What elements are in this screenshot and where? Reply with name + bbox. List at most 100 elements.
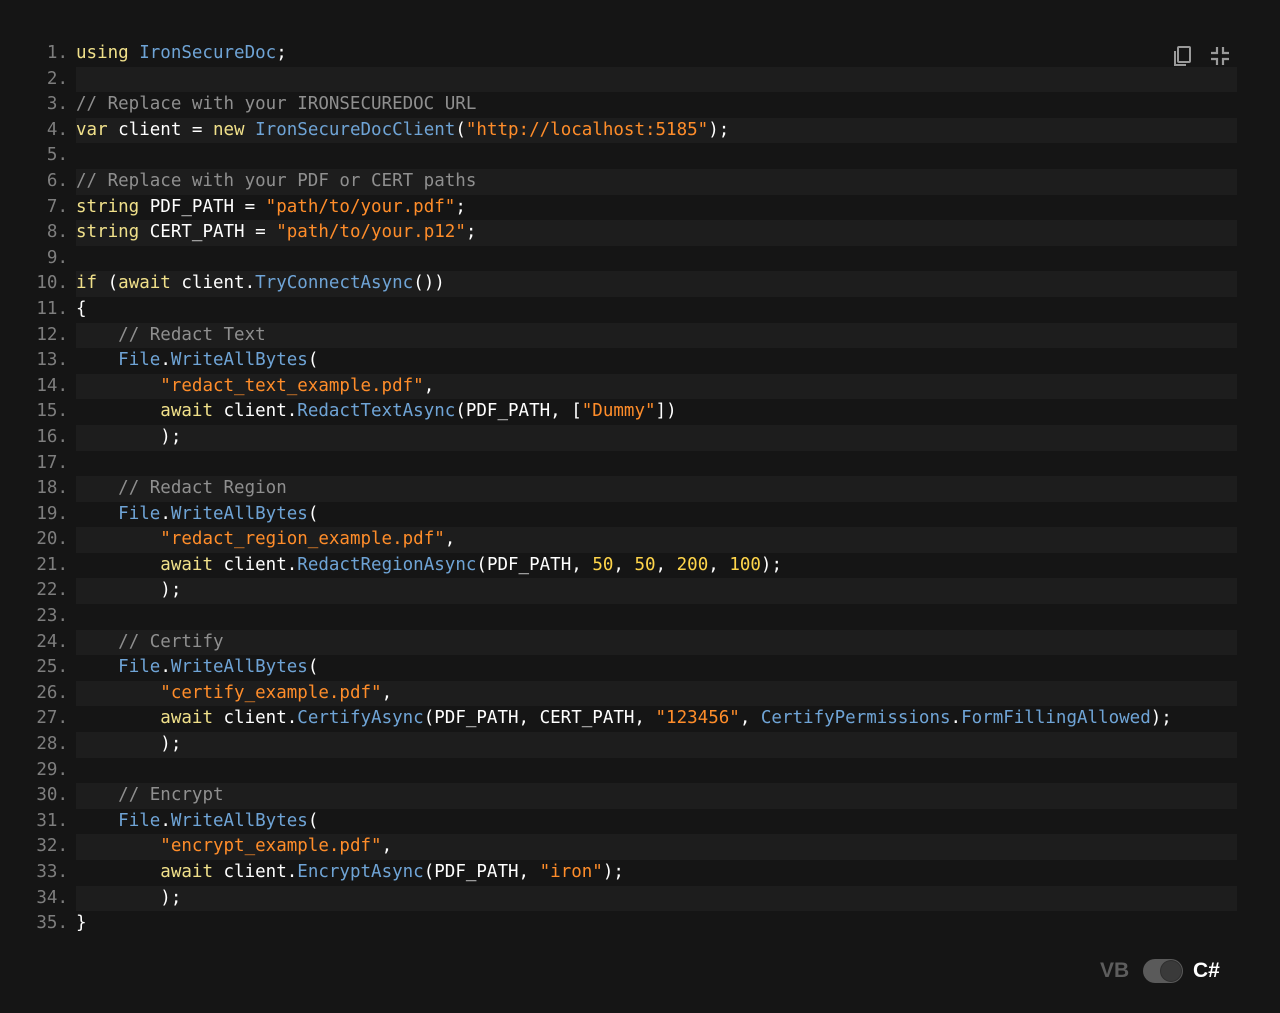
code-text: if (await client.TryConnectAsync()) [76, 271, 445, 297]
code-token: . [160, 810, 171, 831]
code-token: File [118, 810, 161, 831]
code-token: , [444, 529, 456, 550]
code-line: 22. ); [30, 578, 1237, 605]
code-token: File [118, 657, 161, 678]
code-token: ); [76, 426, 182, 447]
code-token: CERT_PATH = [149, 222, 277, 243]
code-token: await [160, 401, 224, 422]
code-line: 23. [30, 604, 1237, 630]
code-token: "http://localhost:5185" [465, 119, 709, 140]
code-text: // Redact Text [76, 323, 266, 349]
code-text: // Replace with your IRONSECUREDOC URL [76, 92, 476, 118]
code-text: "redact_text_example.pdf", [76, 374, 434, 400]
code-token: , [381, 682, 393, 703]
code-line: 2. [30, 66, 1237, 93]
line-number: 13. [36, 350, 68, 371]
code-token: "encrypt_example.pdf" [160, 836, 382, 857]
code-text: ); [76, 425, 181, 451]
line-number: 14. [36, 375, 68, 396]
code-line-stripe [76, 424, 1237, 451]
code-token: "path/to/your.pdf" [265, 196, 456, 217]
code-token: ]) [655, 401, 677, 422]
code-token: WriteAllBytes [170, 810, 308, 831]
line-number: 3. [46, 94, 68, 115]
code-token: "path/to/your.p12" [276, 222, 466, 243]
code-text: await client.CertifyAsync(PDF_PATH, CERT… [76, 706, 1172, 732]
language-switch: VB C# [1100, 955, 1220, 987]
code-token: client = [118, 119, 213, 140]
code-line: 30. // Encrypt [30, 783, 1237, 809]
code-token: ()) [413, 273, 445, 294]
code-token: ( [307, 810, 319, 831]
code-token: , [423, 375, 435, 396]
code-text: string PDF_PATH = "path/to/your.pdf"; [76, 195, 466, 221]
code-line-stripe [76, 578, 1237, 605]
code-token: , [708, 554, 730, 575]
code-line: 5. [30, 143, 1237, 169]
line-number: 7. [46, 196, 68, 217]
code-text: File.WriteAllBytes( [76, 655, 318, 681]
code-line: 7. string PDF_PATH = "path/to/your.pdf"; [30, 195, 1237, 221]
code-text: "certify_example.pdf", [76, 681, 392, 707]
code-token: await [160, 708, 224, 729]
code-token: ); [602, 862, 624, 882]
code-token: ( [307, 350, 319, 371]
code-text: // Redact Region [76, 476, 287, 502]
line-number: 1. [46, 43, 68, 63]
code-token: "redact_region_example.pdf" [160, 529, 445, 550]
line-number: 2. [46, 68, 68, 89]
line-number: 35. [36, 913, 68, 934]
code-token: RedactRegionAsync [297, 554, 477, 575]
code-token: string [76, 196, 150, 217]
code-text: // Certify [76, 630, 223, 656]
code-line: 32. "encrypt_example.pdf", [30, 834, 1237, 860]
code-token: client. [223, 401, 298, 422]
line-number: 30. [36, 785, 68, 806]
code-token: , [381, 836, 393, 857]
code-line: 26. "certify_example.pdf", [30, 680, 1237, 707]
code-line-stripe [76, 732, 1237, 758]
code-token: client. [181, 273, 256, 294]
code-token: ); [708, 119, 730, 140]
code-text: await client.RedactRegionAsync(PDF_PATH,… [76, 553, 782, 579]
line-number: 31. [36, 810, 68, 831]
code-token: . [950, 708, 962, 729]
language-option-csharp[interactable]: C# [1193, 959, 1220, 983]
code-line: 8. string CERT_PATH = "path/to/your.p12"; [30, 220, 1237, 246]
line-number: 21. [36, 554, 68, 575]
code-token: , [739, 708, 761, 729]
code-token: ( [307, 657, 319, 678]
code-token: RedactTextAsync [297, 401, 456, 422]
line-number: 11. [36, 298, 68, 319]
code-line: 17. [30, 451, 1237, 477]
code-text: await client.RedactTextAsync(PDF_PATH, [… [76, 399, 677, 425]
language-toggle[interactable] [1143, 959, 1183, 983]
code-token: "iron" [539, 862, 603, 882]
language-option-vb[interactable]: VB [1100, 959, 1136, 983]
code-line: 29. [30, 758, 1237, 784]
code-line: 35.} [30, 911, 1237, 937]
code-text: // Replace with your PDF or CERT paths [76, 169, 476, 195]
code-line-stripe [76, 885, 1237, 912]
code-token: CertifyPermissions [760, 708, 951, 729]
code-token: . [160, 350, 171, 371]
code-text: } [76, 911, 87, 937]
code-token: "certify_example.pdf" [160, 682, 382, 703]
code-text: ); [76, 732, 181, 758]
code-token: (PDF_PATH, [423, 862, 540, 882]
code-token: // Redact Region [118, 478, 287, 499]
code-token: File [118, 350, 161, 371]
line-number: 6. [46, 170, 68, 191]
line-number: 19. [36, 503, 68, 524]
line-number: 20. [36, 529, 68, 550]
